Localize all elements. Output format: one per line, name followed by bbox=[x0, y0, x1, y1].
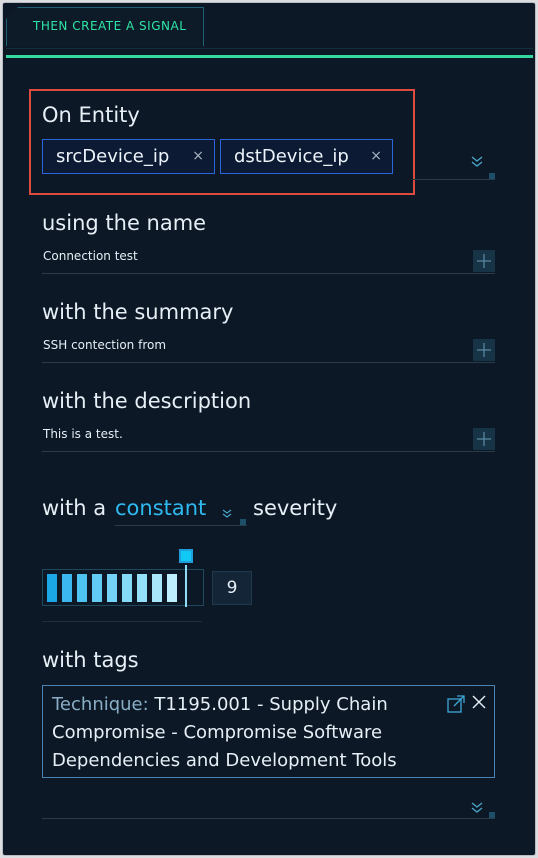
severity-mode-underline bbox=[115, 525, 247, 526]
summary-field-input[interactable]: SSH contection from bbox=[43, 338, 166, 352]
severity-segment bbox=[137, 574, 147, 602]
name-field-underline bbox=[42, 273, 495, 274]
description-field-label: with the description bbox=[42, 389, 252, 413]
entity-underline bbox=[413, 179, 495, 180]
header-divider bbox=[6, 48, 533, 49]
plus-icon[interactable] bbox=[473, 250, 495, 272]
chip-remove-icon[interactable]: × bbox=[192, 140, 204, 173]
severity-segment bbox=[62, 574, 72, 602]
name-field-input[interactable]: Connection test bbox=[43, 249, 138, 263]
severity-segment bbox=[92, 574, 102, 602]
signal-panel: THEN CREATE A SIGNAL On Entity srcDevice… bbox=[2, 2, 536, 856]
severity-segment bbox=[122, 574, 132, 602]
severity-slider-track[interactable] bbox=[42, 569, 204, 606]
summary-field-underline bbox=[42, 362, 495, 363]
severity-slider-handle[interactable] bbox=[179, 549, 193, 563]
tag-key: Technique: bbox=[52, 694, 149, 715]
section-header-title: THEN CREATE A SIGNAL bbox=[33, 19, 187, 33]
severity-segment bbox=[77, 574, 87, 602]
severity-segment bbox=[107, 574, 117, 602]
entity-chip-label: srcDevice_ip bbox=[56, 146, 170, 167]
plus-icon[interactable] bbox=[473, 428, 495, 450]
chevron-double-down-icon[interactable] bbox=[471, 155, 483, 167]
severity-segment bbox=[47, 574, 57, 602]
severity-slider-stem bbox=[185, 565, 187, 607]
entity-label: On Entity bbox=[42, 103, 140, 127]
summary-field-label: with the summary bbox=[42, 300, 234, 324]
severity-slider-baseline bbox=[42, 621, 202, 622]
tag-item[interactable]: Technique: T1195.001 - Supply Chain Comp… bbox=[42, 685, 495, 778]
tags-label: with tags bbox=[42, 648, 139, 672]
plus-icon[interactable] bbox=[473, 339, 495, 361]
description-field-input[interactable]: This is a test. bbox=[43, 427, 123, 441]
tags-input-underline[interactable] bbox=[42, 818, 495, 819]
resize-handle bbox=[240, 519, 246, 525]
header-accent-line bbox=[6, 55, 533, 58]
resize-handle bbox=[489, 812, 495, 818]
external-link-icon[interactable] bbox=[447, 695, 465, 713]
entity-chip-srcdevice-ip[interactable]: srcDevice_ip × bbox=[42, 139, 215, 174]
severity-prefix: with a bbox=[42, 496, 107, 520]
name-field-label: using the name bbox=[42, 211, 207, 235]
chevron-double-down-icon[interactable] bbox=[222, 508, 232, 518]
chip-remove-icon[interactable]: × bbox=[370, 140, 382, 173]
description-field-underline bbox=[42, 451, 495, 452]
chevron-double-down-icon[interactable] bbox=[471, 801, 483, 813]
severity-suffix: severity bbox=[253, 496, 338, 520]
entity-chip-dstdevice-ip[interactable]: dstDevice_ip × bbox=[220, 139, 393, 174]
severity-mode-select[interactable]: constant bbox=[115, 496, 206, 520]
entity-chip-label: dstDevice_ip bbox=[234, 146, 349, 167]
severity-value[interactable]: 9 bbox=[212, 571, 252, 605]
close-icon[interactable] bbox=[471, 693, 487, 713]
tag-text: Technique: T1195.001 - Supply Chain Comp… bbox=[52, 691, 444, 775]
severity-segment bbox=[167, 574, 177, 602]
severity-segment bbox=[152, 574, 162, 602]
resize-handle bbox=[489, 173, 495, 179]
